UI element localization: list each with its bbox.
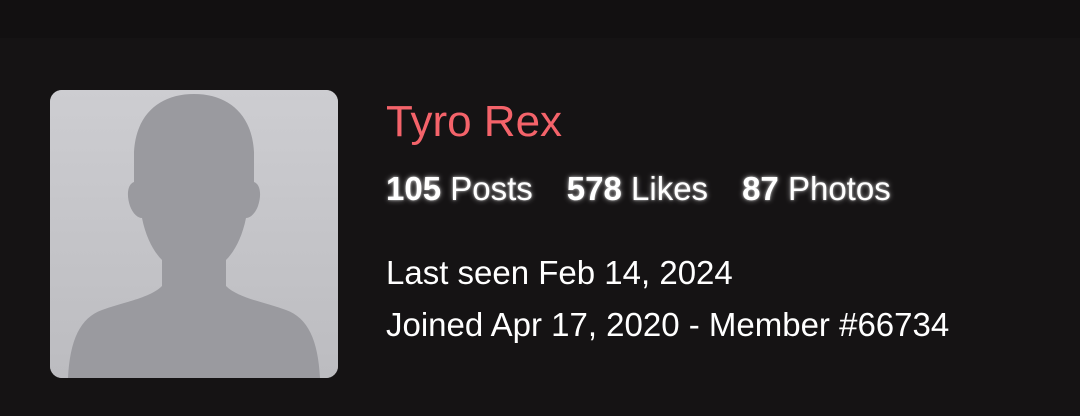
avatar[interactable] [50, 90, 338, 378]
stat-posts[interactable]: 105 Posts [386, 168, 533, 210]
profile-card: Tyro Rex 105 Posts 578 Likes 87 Photos L… [50, 90, 1050, 380]
stat-posts-count: 105 [386, 170, 442, 207]
profile-name[interactable]: Tyro Rex [386, 96, 562, 148]
top-bar [0, 0, 1080, 38]
stat-photos[interactable]: 87 Photos [742, 168, 891, 210]
stat-photos-label: Photos [787, 170, 891, 207]
stat-posts-label: Posts [450, 170, 533, 207]
stat-photos-count: 87 [742, 170, 779, 207]
stat-likes[interactable]: 578 Likes [567, 168, 708, 210]
joined-text: Joined Apr 17, 2020 - Member #66734 [386, 306, 950, 343]
stat-likes-count: 578 [566, 170, 622, 207]
last-seen-text: Last seen Feb 14, 2024 [386, 254, 733, 291]
stat-likes-label: Likes [631, 170, 709, 207]
profile-stats: 105 Posts 578 Likes 87 Photos [386, 168, 891, 210]
default-user-silhouette-icon [50, 90, 338, 378]
